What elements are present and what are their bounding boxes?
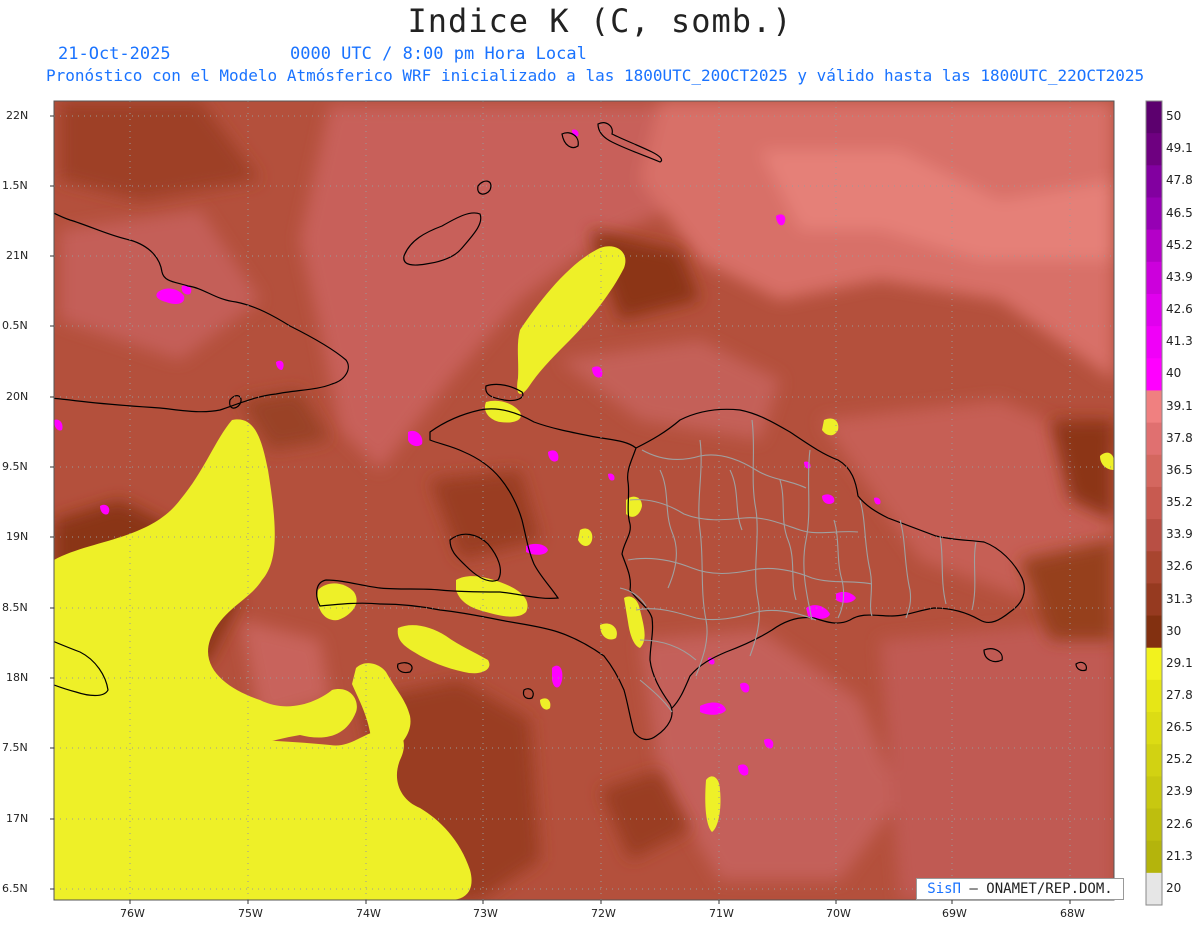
colorbar-label: 21.3 (1166, 848, 1193, 863)
lat-label: 20N (6, 390, 29, 403)
plot-region (54, 101, 1114, 900)
colorbar-segment (1146, 712, 1162, 745)
colorbar-segment (1146, 583, 1162, 617)
lat-label: 18N (6, 671, 29, 684)
colorbar-label: 35.2 (1166, 495, 1193, 509)
colorbar-segment (1146, 840, 1162, 874)
lat-label: 21N (6, 249, 29, 262)
colorbar-segment (1146, 326, 1162, 359)
lat-label: 19N (6, 530, 29, 543)
lon-label: 72W (591, 907, 616, 920)
lon-label: 76W (120, 907, 145, 920)
colorbar-label: 20 (1166, 880, 1182, 895)
colorbar (1145, 100, 1163, 906)
colorbar-label: 27.8 (1166, 688, 1193, 702)
lon-label: 75W (238, 907, 263, 920)
colorbar-label: 40 (1166, 366, 1182, 381)
colorbar-segment (1146, 872, 1162, 906)
colorbar-segment (1146, 519, 1162, 552)
colorbar-label: 42.6 (1166, 302, 1193, 316)
lon-label: 74W (356, 907, 381, 920)
colorbar-label: 33.9 (1166, 527, 1193, 542)
colorbar-segment (1146, 358, 1162, 391)
colorbar-segment (1146, 486, 1162, 520)
lat-label: 8.5N (2, 601, 28, 614)
lat-label: 6.5N (2, 882, 28, 895)
credit-org: – ONAMET/REP.DOM. (969, 881, 1113, 897)
colorbar-label: 49.1 (1166, 141, 1193, 156)
lat-label: 9.5N (2, 460, 28, 473)
lon-label: 73W (473, 907, 498, 920)
colorbar-label: 50 (1166, 109, 1182, 124)
colorbar-segment (1146, 776, 1162, 810)
colorbar-segment (1146, 551, 1162, 584)
colorbar-label: 32.6 (1166, 559, 1193, 574)
colorbar-segment (1146, 293, 1162, 327)
colorbar-segment (1146, 101, 1162, 134)
colorbar-segment (1146, 229, 1162, 263)
lon-label: 71W (709, 907, 734, 920)
colorbar-segment (1146, 647, 1162, 681)
colorbar-segment (1146, 679, 1162, 713)
lat-label: 1.5N (2, 179, 28, 192)
colorbar-segment (1146, 390, 1162, 424)
map (50, 100, 1163, 906)
credit-box: SisΠ – ONAMET/REP.DOM. (916, 878, 1124, 900)
sispi-logo: SisΠ (927, 881, 961, 897)
colorbar-label: 37.8 (1166, 430, 1193, 445)
colorbar-label: 30 (1166, 623, 1182, 638)
colorbar-segment (1146, 165, 1162, 198)
lon-label: 70W (826, 907, 851, 920)
colorbar-segment (1146, 197, 1162, 231)
colorbar-label: 46.5 (1166, 205, 1193, 220)
lat-label: 17N (6, 812, 29, 825)
lat-label: 0.5N (2, 319, 28, 332)
colorbar-segment (1146, 261, 1162, 295)
lat-label: 22N (6, 109, 29, 122)
colorbar-label: 23.9 (1166, 784, 1193, 799)
colorbar-label: 47.8 (1166, 173, 1193, 188)
lat-label: 7.5N (2, 741, 28, 754)
colorbar-segment (1146, 454, 1162, 488)
colorbar-label: 43.9 (1166, 269, 1193, 284)
lon-label: 68W (1060, 907, 1085, 920)
colorbar-segment (1146, 744, 1162, 777)
colorbar-segment (1146, 422, 1162, 456)
colorbar-label: 31.3 (1166, 591, 1193, 606)
colorbar-label: 36.5 (1166, 462, 1193, 477)
colorbar-label: 25.2 (1166, 752, 1193, 767)
colorbar-label: 45.2 (1166, 237, 1193, 252)
colorbar-label: 22.6 (1166, 816, 1193, 831)
colorbar-label: 26.5 (1166, 720, 1193, 735)
colorbar-label: 39.1 (1166, 398, 1193, 413)
colorbar-segment (1146, 808, 1162, 842)
colorbar-label: 41.3 (1166, 334, 1193, 349)
colorbar-segment (1146, 615, 1162, 649)
colorbar-label: 29.1 (1166, 655, 1193, 670)
colorbar-segment (1146, 133, 1162, 166)
lon-label: 69W (942, 907, 967, 920)
